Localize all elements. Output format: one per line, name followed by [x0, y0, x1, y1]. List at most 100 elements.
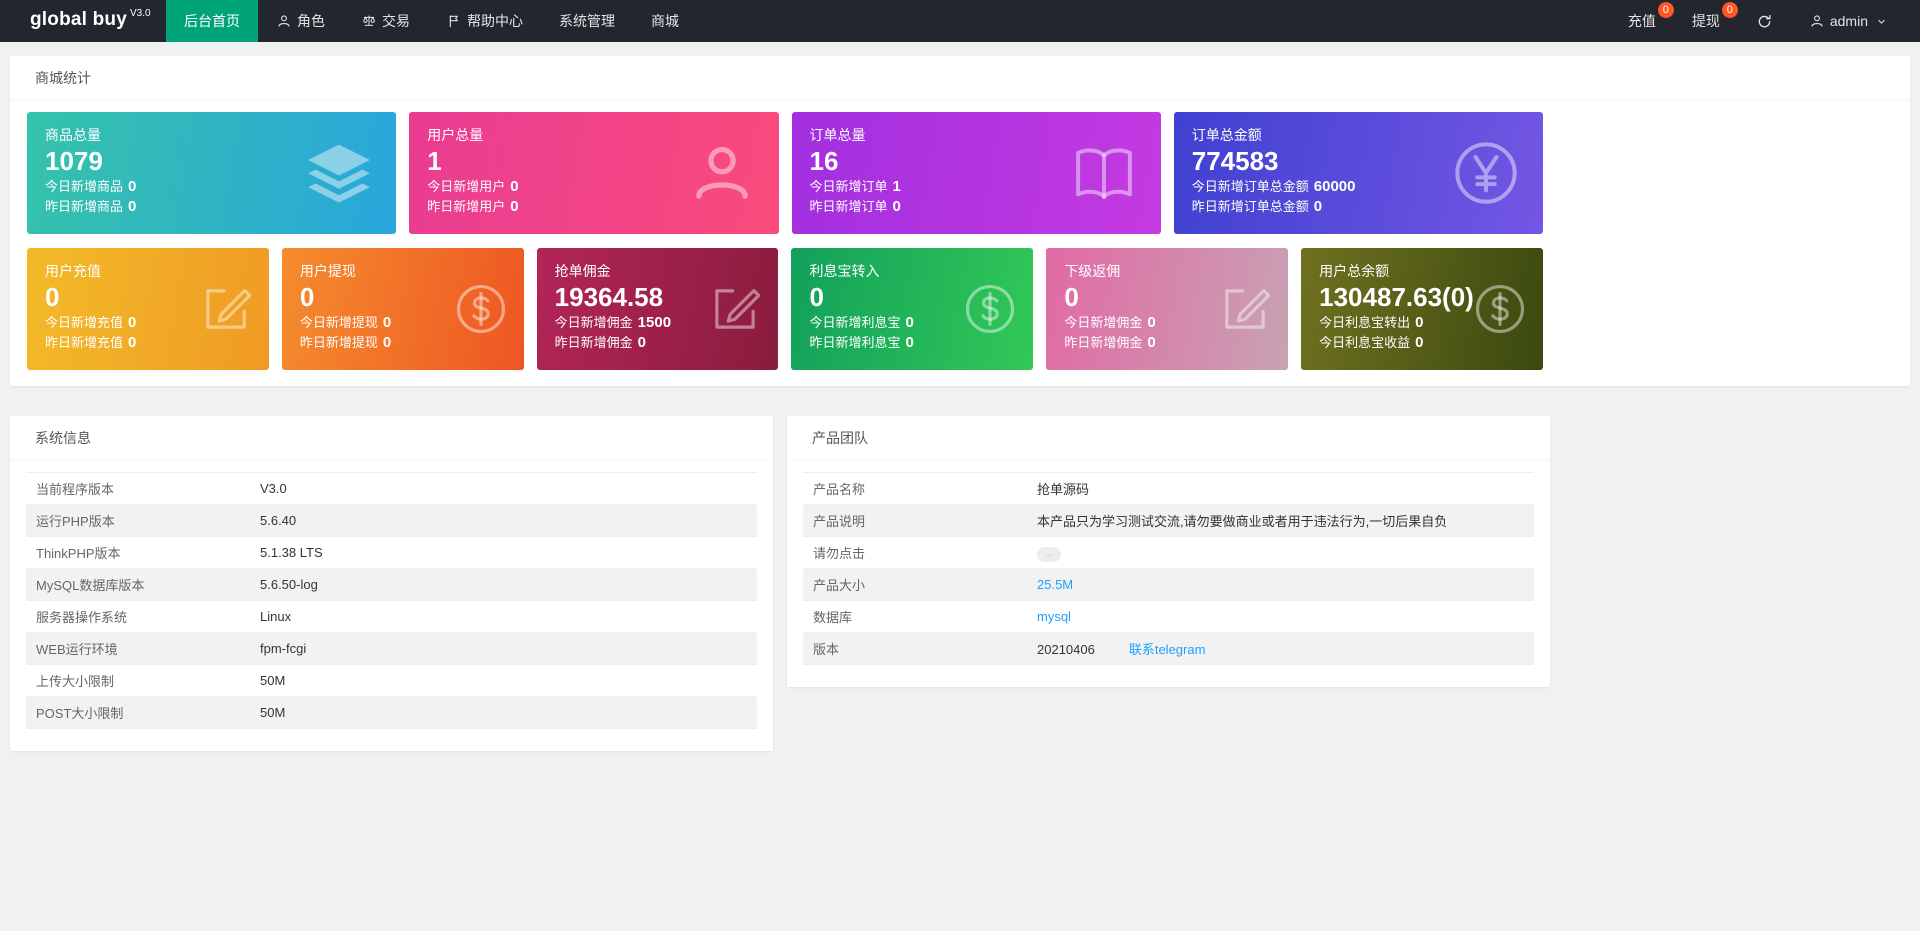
row-label: 产品大小	[803, 568, 1027, 601]
row-value: 5.6.40	[250, 504, 757, 537]
nav-item-roles[interactable]: 角色	[258, 0, 343, 42]
product-link[interactable]: mysql	[1037, 609, 1071, 624]
row-label: 版本	[803, 632, 1027, 665]
stat-card-title: 抢单佣金	[554, 263, 611, 279]
system-info-row: 服务器操作系统 Linux	[26, 600, 757, 633]
compose-icon	[1216, 280, 1274, 338]
nav-item-label: 充值	[1627, 13, 1656, 29]
row-value: fpm-fcgi	[250, 632, 757, 665]
system-info-row: POST大小限制 50M	[26, 696, 757, 729]
dollar-icon	[1471, 280, 1529, 338]
user-menu[interactable]: admin	[1791, 0, 1906, 42]
flag-icon	[446, 13, 462, 29]
refresh-button[interactable]	[1738, 0, 1791, 42]
row-value: 50M	[250, 696, 757, 729]
user-name: admin	[1829, 13, 1868, 29]
row-value-text: 本产品只为学习测试交流,请勿要做商业或者用于违法行为,一切后果自负	[1037, 514, 1448, 529]
stat-card-title: 用户提现	[299, 263, 356, 279]
bottom-panels: 系统信息 当前程序版本 V3.0 运行PHP版本 5.6.40 ThinkPHP版本 5.…	[10, 416, 1550, 751]
scale-icon	[361, 13, 377, 29]
system-info-row: 运行PHP版本 5.6.40	[26, 504, 757, 537]
nav-item-system[interactable]: 系统管理	[541, 0, 633, 42]
stat-card-sub-rebate[interactable]: 下级返佣 0 今日新增佣金 0 昨日新增佣金 0	[1046, 248, 1289, 370]
row-label: 服务器操作系统	[26, 600, 250, 633]
system-info-row: 上传大小限制 50M	[26, 664, 757, 697]
row-value-text: 抢单源码	[1037, 482, 1090, 497]
nav-item-label: 商城	[651, 13, 679, 29]
product-team-row: 请勿点击...	[803, 536, 1534, 569]
stat-card-title: 用户充值	[45, 263, 101, 279]
row-value: ...	[1027, 536, 1534, 569]
system-info-table: 当前程序版本 V3.0 运行PHP版本 5.6.40 ThinkPHP版本 5.1.38 …	[26, 472, 757, 729]
main-nav: 后台首页 角色 交易 帮助中心 系统管理 商城	[166, 0, 1610, 42]
stat-card-user-balance[interactable]: 用户总余额 130487.63(0) 今日利息宝转出 0 今日利息宝收益 0	[1301, 248, 1543, 370]
row-value: 50M	[250, 664, 757, 697]
product-team-panel: 产品团队 产品名称 抢单源码 产品说明 本产品只为学习测试交流,请勿要做商业或者用于违…	[787, 416, 1550, 687]
product-team-body: 产品名称 抢单源码 产品说明 本产品只为学习测试交流,请勿要做商业或者用于违法行为,一…	[787, 460, 1550, 687]
compose-icon	[706, 280, 764, 338]
user-icon	[685, 136, 759, 210]
stat-card-title: 利息宝转入	[809, 263, 880, 279]
user-icon	[1809, 13, 1825, 29]
brand-logo[interactable]: global buy V3.0	[0, 0, 166, 42]
stat-card-user-withdraw[interactable]: 用户提现 0 今日新增提现 0 昨日新增提现 0	[281, 248, 524, 370]
nav-item-label: 系统管理	[559, 13, 615, 29]
row-label: MySQL数据库版本	[26, 568, 250, 601]
system-info-row: MySQL数据库版本 5.6.50-log	[26, 568, 757, 601]
row-value: 25.5M	[1027, 568, 1534, 601]
compose-icon	[197, 280, 255, 338]
system-info-title: 系统信息	[10, 416, 773, 460]
row-label: 上传大小限制	[26, 664, 250, 697]
top-navbar: global buy V3.0 后台首页 角色 交易 帮助中心 系统管理 商城 充值 0 提现…	[0, 0, 1920, 42]
stat-card-goods-total[interactable]: 商品总量 1079 今日新增商品 0 昨日新增商品 0	[27, 112, 397, 234]
caret-icon	[1875, 15, 1888, 28]
stats-panel-body: 商品总量 1079 今日新增商品 0 昨日新增商品 0 用户总量 1 今日新增用户 0 昨日新增用户…	[10, 100, 1910, 386]
row-value: Linux	[250, 600, 757, 633]
nav-item-label: 提现	[1691, 13, 1720, 29]
system-info-row: WEB运行环境 fpm-fcgi	[26, 632, 757, 665]
stat-card-interest-in[interactable]: 利息宝转入 0 今日新增利息宝 0 昨日新增利息宝 0	[791, 248, 1034, 370]
row-label: ThinkPHP版本	[26, 536, 250, 569]
row-value: 本产品只为学习测试交流,请勿要做商业或者用于违法行为,一切后果自负	[1027, 504, 1534, 537]
row-value: 5.1.38 LTS	[250, 536, 757, 569]
nav-item-home[interactable]: 后台首页	[166, 0, 258, 42]
nav-item-withdraw[interactable]: 提现 0	[1674, 0, 1738, 42]
product-team-row: 产品说明 本产品只为学习测试交流,请勿要做商业或者用于违法行为,一切后果自负	[803, 504, 1534, 537]
withdraw-badge: 0	[1721, 2, 1738, 18]
nav-item-trade[interactable]: 交易	[343, 0, 428, 42]
stat-card-grab-commission[interactable]: 抢单佣金 19364.58 今日新增佣金 1500 昨日新增佣金 0	[536, 248, 779, 370]
system-info-panel: 系统信息 当前程序版本 V3.0 运行PHP版本 5.6.40 ThinkPHP版本 5.…	[10, 416, 773, 751]
row-label: 运行PHP版本	[26, 504, 250, 537]
refresh-icon	[1756, 13, 1773, 30]
navbar-right: 充值 0 提现 0 admin	[1610, 0, 1920, 42]
stats-panel-title: 商城统计	[10, 56, 1910, 100]
nav-item-recharge[interactable]: 充值 0	[1610, 0, 1674, 42]
dollar-icon	[452, 280, 510, 338]
nav-item-mall[interactable]: 商城	[633, 0, 697, 42]
system-info-row: ThinkPHP版本 5.1.38 LTS	[26, 536, 757, 569]
yen-icon	[1449, 136, 1523, 210]
row-label: 产品说明	[803, 504, 1027, 537]
stat-card-user-recharge[interactable]: 用户充值 0 今日新增充值 0 昨日新增充值 0	[27, 248, 269, 370]
stat-card-order-total[interactable]: 订单总量 16 今日新增订单 1 昨日新增订单 0	[791, 112, 1161, 234]
row-value: 20210406 联系telegram	[1027, 632, 1534, 665]
product-team-row: 产品大小 25.5M	[803, 568, 1534, 601]
recharge-badge: 0	[1657, 2, 1674, 18]
nav-item-label: 后台首页	[184, 13, 240, 29]
nav-item-help[interactable]: 帮助中心	[428, 0, 541, 42]
stat-card-user-total[interactable]: 用户总量 1 今日新增用户 0 昨日新增用户 0	[409, 112, 779, 234]
product-link[interactable]: 25.5M	[1037, 577, 1073, 592]
stat-card-order-amount[interactable]: 订单总金额 774583 今日新增订单总金额 60000 昨日新增订单总金额 0	[1173, 112, 1543, 234]
row-value-text: 20210406	[1037, 642, 1095, 657]
system-info-row: 当前程序版本 V3.0	[26, 472, 757, 505]
row-label: 数据库	[803, 600, 1027, 633]
row-value: V3.0	[250, 472, 757, 505]
row-value: 5.6.50-log	[250, 568, 757, 601]
brand-name: global buy	[30, 9, 127, 30]
do-not-click-badge[interactable]: ...	[1037, 546, 1061, 562]
main-content: 商城统计 商品总量 1079 今日新增商品 0 昨日新增商品 0 用户总量 1 今日新增用户 0 昨…	[0, 42, 1920, 765]
product-team-row: 产品名称 抢单源码	[803, 472, 1534, 505]
dollar-icon	[961, 280, 1019, 338]
telegram-link[interactable]: 联系telegram	[1129, 642, 1206, 657]
system-info-body: 当前程序版本 V3.0 运行PHP版本 5.6.40 ThinkPHP版本 5.1.38 …	[10, 460, 773, 751]
